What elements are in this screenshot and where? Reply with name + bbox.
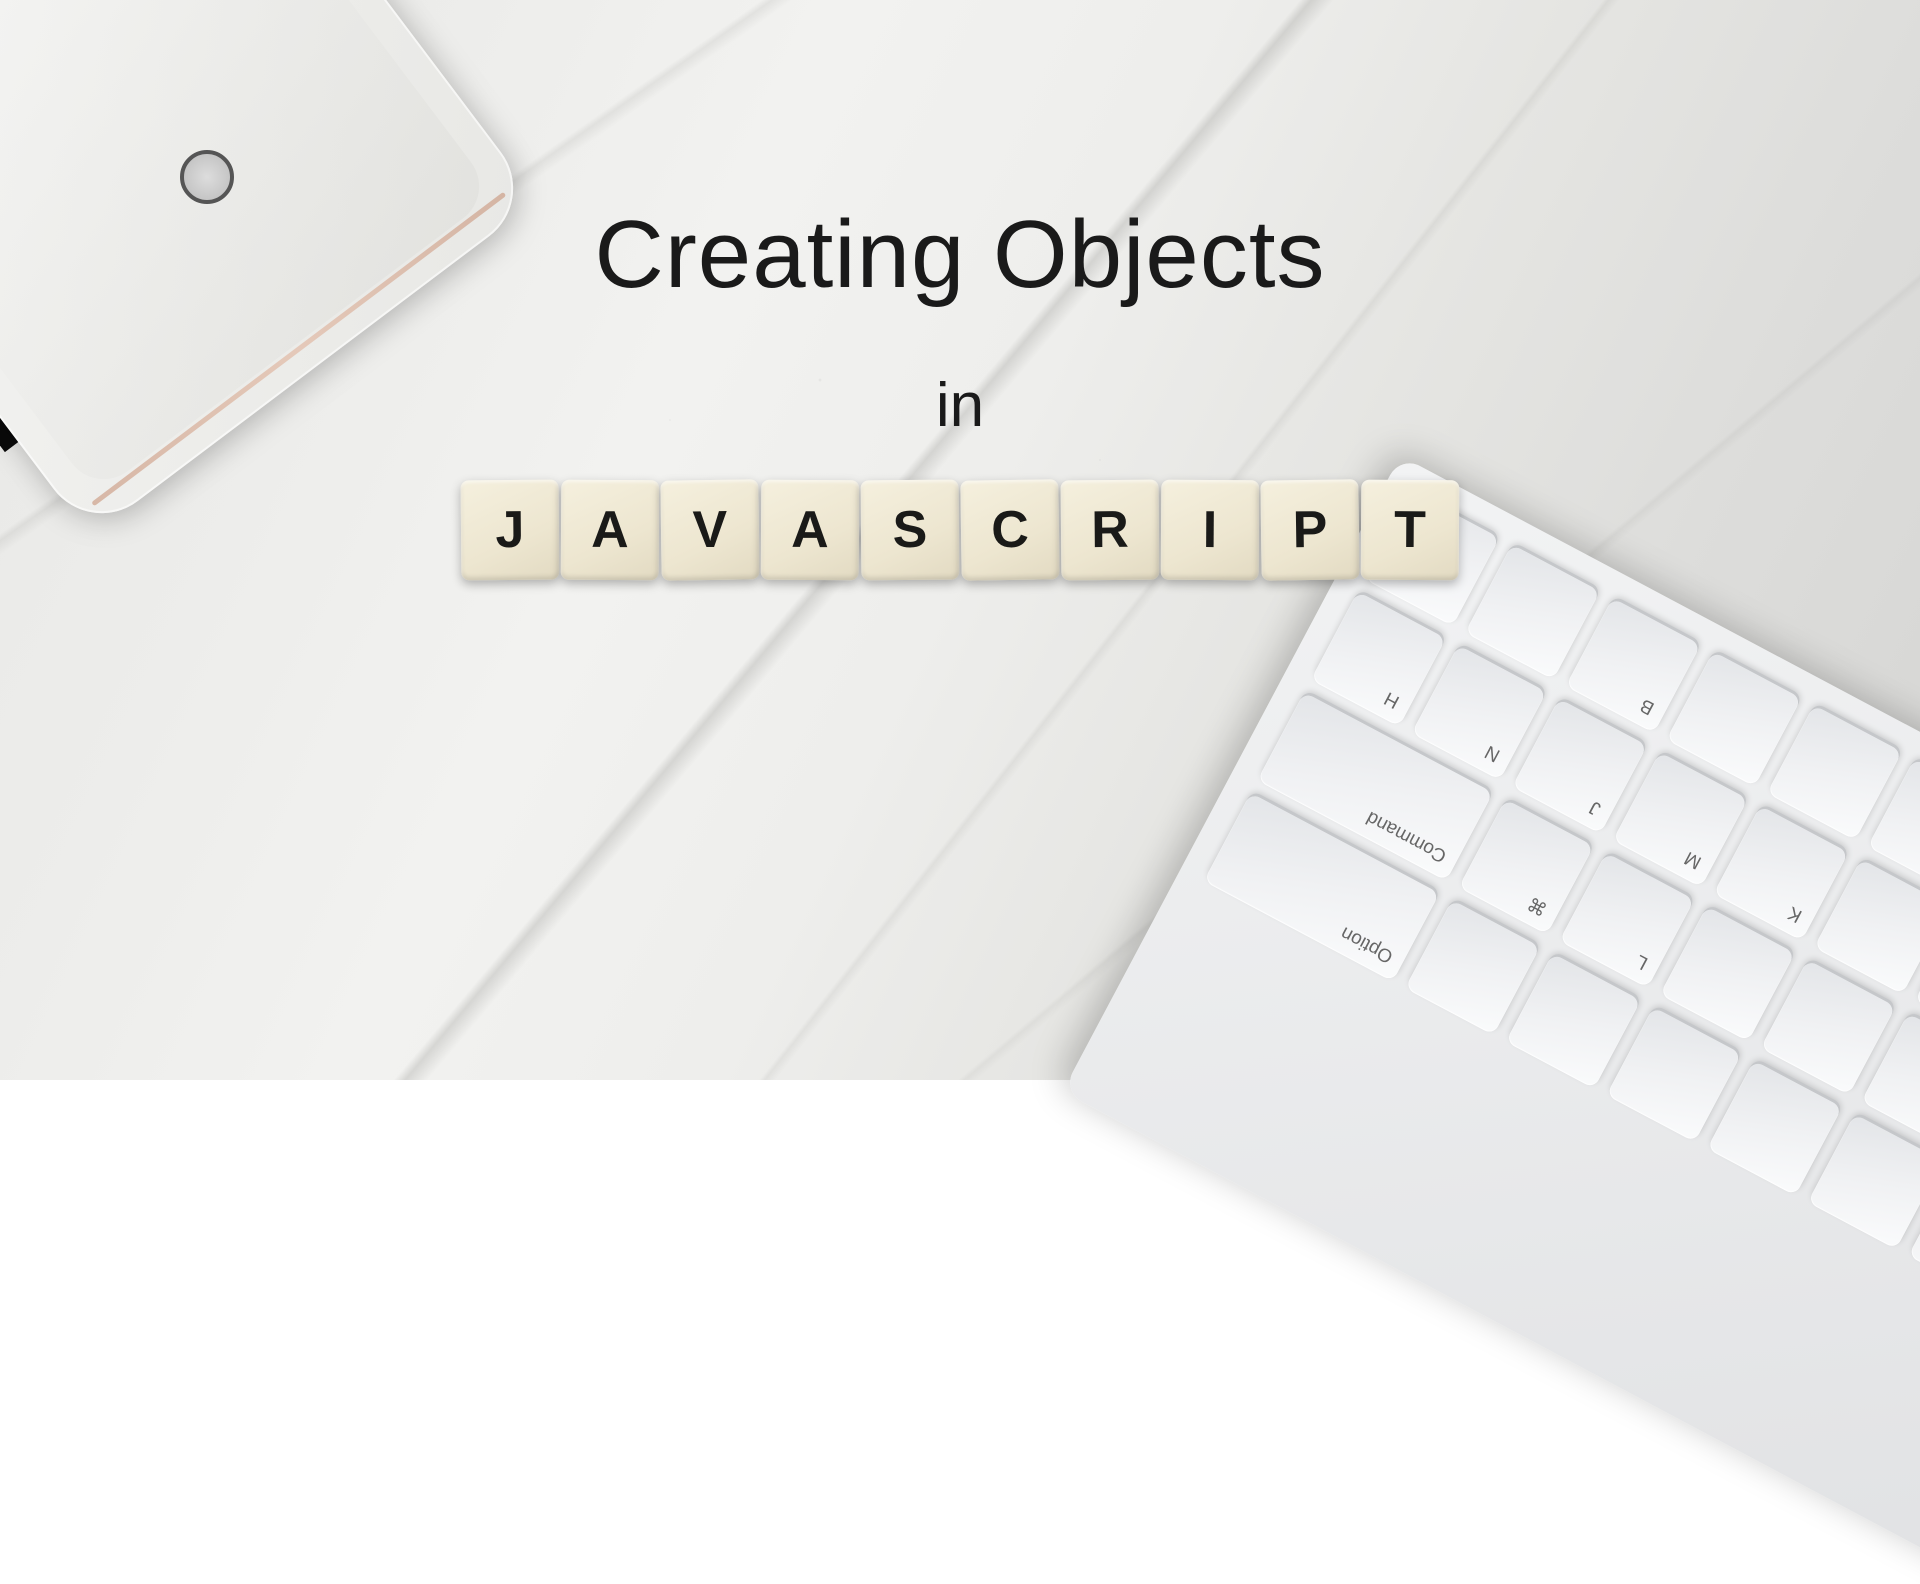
letter-tile: V (660, 479, 759, 580)
title-line-1: Creating Objects (0, 200, 1920, 310)
scrabble-tile-row: J A V A S C R I P T (461, 480, 1459, 580)
letter-tile: J (461, 480, 560, 581)
letter-tile: T (1361, 480, 1460, 581)
title-block: Creating Objects in (0, 200, 1920, 441)
letter-tile: I (1161, 480, 1260, 581)
letter-tile: S (861, 480, 960, 581)
letter-tile: A (561, 480, 660, 581)
tablet-home-button-icon (180, 150, 234, 204)
title-line-2: in (0, 370, 1920, 441)
letter-tile: P (1260, 479, 1359, 580)
letter-tile: C (960, 479, 1059, 580)
letter-tile: R (1061, 480, 1160, 581)
marble-desk-scene: Creating Objects in J A V A S C R I P T … (0, 0, 1920, 1080)
letter-tile: A (761, 480, 860, 581)
